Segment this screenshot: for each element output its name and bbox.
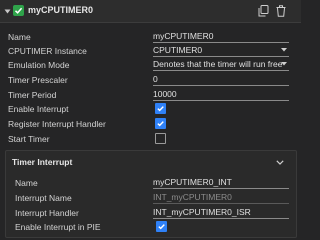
- interrupt-object-name-label: Name: [15, 178, 38, 188]
- cputimer-instance-value: CPUTIMER0: [153, 45, 203, 55]
- interrupt-object-name-input[interactable]: myCPUTIMER0_INT: [153, 175, 289, 189]
- interrupt-object-name-value: myCPUTIMER0_INT: [153, 177, 232, 187]
- chevron-down-icon[interactable]: [276, 157, 284, 167]
- panel-header: myCPUTIMER0: [0, 0, 301, 23]
- copy-icon[interactable]: [258, 5, 269, 19]
- enable-interrupt-pie-row: Enable Interrupt in PIE: [6, 217, 296, 235]
- timer-interrupt-section: Timer Interrupt Name myCPUTIMER0_INT Int…: [5, 150, 297, 238]
- timer-prescaler-value: 0: [153, 74, 158, 84]
- checkmark-icon: [157, 121, 164, 127]
- start-timer-row: Start Timer: [0, 129, 301, 147]
- emulation-mode-label: Emulation Mode: [8, 60, 70, 70]
- dropdown-arrow-icon: [281, 48, 287, 52]
- name-value: myCPUTIMER0: [153, 31, 214, 41]
- status-check-icon: [13, 5, 24, 16]
- emulation-mode-value: Denotes that the timer will run free: [153, 59, 283, 69]
- enable-interrupt-pie-label: Enable Interrupt in PIE: [15, 222, 101, 232]
- cputimer-config-panel: myCPUTIMER0 Name myCPUTIMER0 CPUTIMER In…: [0, 0, 301, 240]
- register-interrupt-handler-checkbox[interactable]: [155, 118, 166, 129]
- timer-prescaler-label: Timer Prescaler: [8, 75, 68, 85]
- dropdown-arrow-icon: [281, 62, 287, 66]
- start-timer-checkbox[interactable]: [155, 133, 166, 144]
- enable-interrupt-pie-checkbox[interactable]: [156, 221, 167, 232]
- collapse-caret-icon[interactable]: [4, 7, 11, 17]
- interrupt-name-label: Interrupt Name: [15, 193, 72, 203]
- emulation-mode-select[interactable]: Denotes that the timer will run free: [153, 57, 289, 71]
- timer-period-value: 10000: [153, 89, 177, 99]
- enable-interrupt-checkbox[interactable]: [155, 103, 166, 114]
- timer-interrupt-header[interactable]: Timer Interrupt: [6, 151, 296, 171]
- start-timer-label: Start Timer: [8, 134, 50, 144]
- panel-title: myCPUTIMER0: [28, 5, 94, 15]
- timer-interrupt-title: Timer Interrupt: [12, 157, 73, 167]
- enable-interrupt-label: Enable Interrupt: [8, 104, 69, 114]
- checkmark-icon: [158, 224, 165, 230]
- timer-prescaler-input[interactable]: 0: [153, 72, 289, 86]
- interrupt-name-value: INT_myCPUTIMER0: [153, 192, 232, 202]
- register-interrupt-handler-label: Register Interrupt Handler: [8, 119, 106, 129]
- trash-icon[interactable]: [276, 5, 286, 19]
- interrupt-name-field: INT_myCPUTIMER0: [153, 190, 289, 204]
- checkmark-icon: [157, 106, 164, 112]
- interrupt-handler-value: INT_myCPUTIMER0_ISR: [153, 207, 251, 217]
